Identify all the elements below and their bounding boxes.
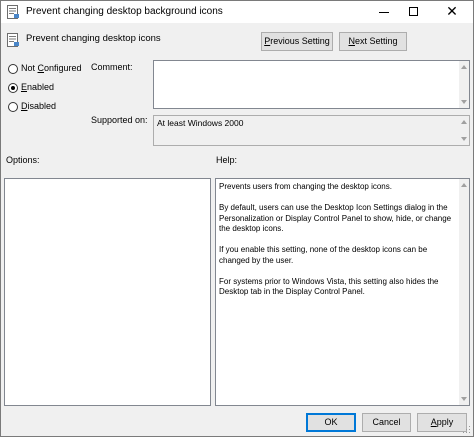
close-button[interactable]: ✕ — [437, 1, 467, 23]
cancel-button[interactable]: Cancel — [362, 413, 411, 432]
help-panel[interactable]: Prevents users from changing the desktop… — [215, 178, 470, 406]
radio-label-not-configured[interactable]: Not Configured — [21, 63, 82, 73]
scroll-down-icon[interactable] — [461, 397, 467, 401]
radio-label-enabled[interactable]: Enabled — [21, 82, 54, 92]
comment-scrollbar[interactable] — [459, 61, 469, 108]
comment-textarea[interactable] — [153, 60, 470, 109]
title-bar[interactable]: Prevent changing desktop background icon… — [1, 1, 473, 23]
scroll-up-icon[interactable] — [461, 65, 467, 69]
help-paragraph: By default, users can use the Desktop Ic… — [219, 203, 452, 233]
policy-dialog-window: Prevent changing desktop background icon… — [0, 0, 474, 437]
maximize-icon — [409, 7, 418, 16]
next-setting-button[interactable]: Next Setting — [339, 32, 407, 51]
previous-setting-label: revious Setting — [270, 36, 330, 46]
help-label: Help: — [216, 155, 238, 165]
apply-label: pply — [436, 417, 454, 427]
radio-label-post: nabled — [27, 82, 55, 92]
supported-on-scrollbar[interactable] — [459, 116, 469, 145]
help-paragraph: For systems prior to Windows Vista, this… — [219, 276, 439, 297]
radio-label-pre: Not — [21, 63, 38, 73]
radio-button-enabled[interactable] — [8, 83, 18, 93]
comment-label: Comment: — [91, 62, 133, 72]
ok-button[interactable]: OK — [306, 413, 356, 432]
resize-grip-icon[interactable] — [463, 426, 471, 434]
options-label: Options: — [6, 155, 40, 165]
radio-selected-dot — [11, 86, 15, 90]
maximize-button[interactable] — [399, 1, 429, 23]
scroll-up-icon[interactable] — [461, 120, 467, 124]
minimize-button[interactable] — [369, 1, 399, 23]
next-setting-label: ext Setting — [354, 36, 398, 46]
options-panel — [4, 178, 211, 406]
setting-title: Prevent changing desktop icons — [26, 33, 161, 44]
previous-setting-button[interactable]: Previous Setting — [261, 32, 333, 51]
close-icon: ✕ — [446, 4, 458, 20]
radio-label-disabled[interactable]: Disabled — [21, 101, 56, 111]
radio-button-not-configured[interactable] — [8, 64, 18, 74]
window-title: Prevent changing desktop background icon… — [26, 6, 223, 17]
minimize-icon — [379, 12, 389, 13]
help-paragraph: Prevents users from changing the desktop… — [219, 182, 392, 191]
supported-on-label: Supported on: — [91, 115, 148, 125]
scroll-down-icon[interactable] — [461, 100, 467, 104]
policy-setting-icon — [7, 5, 19, 19]
help-text: Prevents users from changing the desktop… — [219, 182, 457, 308]
apply-button[interactable]: Apply — [417, 413, 467, 432]
scroll-down-icon[interactable] — [461, 137, 467, 141]
supported-on-value: At least Windows 2000 — [157, 118, 244, 128]
help-scrollbar[interactable] — [459, 179, 469, 405]
radio-label-post: isabled — [27, 101, 57, 111]
help-paragraph: If you enable this setting, none of the … — [219, 245, 428, 265]
scroll-up-icon[interactable] — [461, 183, 467, 187]
radio-label-post: onfigured — [44, 63, 82, 73]
radio-button-disabled[interactable] — [8, 102, 18, 112]
supported-on-field: At least Windows 2000 — [153, 115, 470, 146]
policy-setting-icon — [7, 33, 19, 47]
